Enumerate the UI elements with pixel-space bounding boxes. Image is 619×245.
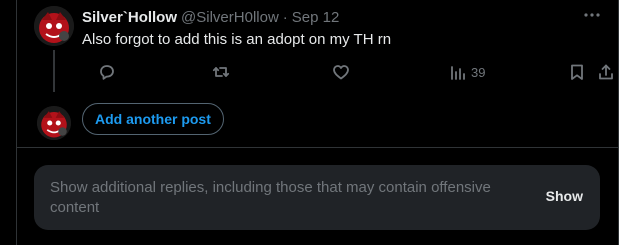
repost-icon bbox=[212, 67, 230, 77]
avatar[interactable] bbox=[37, 106, 71, 140]
views-button[interactable]: 39 bbox=[449, 60, 485, 84]
tweet-actions: 39 bbox=[82, 60, 613, 84]
separator: · bbox=[282, 9, 288, 26]
thread-line bbox=[53, 50, 55, 92]
views-icon bbox=[451, 66, 465, 80]
hidden-replies-panel: Show additional replies, including those… bbox=[34, 165, 600, 230]
tweet-header: Silver`Hollow @SilverH0llow · Sep 12 bbox=[82, 8, 339, 28]
bookmark-button[interactable] bbox=[568, 60, 586, 84]
more-horizontal-icon bbox=[584, 13, 600, 17]
like-button[interactable] bbox=[332, 60, 350, 84]
tweet-text: Also forgot to add this is an adopt on m… bbox=[82, 31, 392, 48]
reply-button[interactable] bbox=[98, 60, 116, 84]
add-post-row: Add another post bbox=[17, 100, 619, 148]
add-another-post-button[interactable]: Add another post bbox=[82, 103, 224, 135]
author-name[interactable]: Silver`Hollow bbox=[82, 8, 177, 28]
like-icon bbox=[333, 65, 349, 80]
share-button[interactable] bbox=[597, 60, 615, 84]
tweet-date[interactable]: Sep 12 bbox=[292, 8, 340, 28]
tweet[interactable]: Silver`Hollow @SilverH0llow · Sep 12 Als… bbox=[17, 0, 619, 100]
show-replies-button[interactable]: Show bbox=[546, 188, 583, 204]
author-handle[interactable]: @SilverH0llow bbox=[181, 8, 279, 28]
repost-button[interactable] bbox=[212, 60, 230, 84]
avatar[interactable] bbox=[34, 6, 74, 46]
reply-icon bbox=[100, 65, 114, 80]
more-options-button[interactable] bbox=[582, 5, 602, 25]
hidden-replies-message: Show additional replies, including those… bbox=[50, 179, 491, 216]
share-icon bbox=[599, 64, 613, 80]
views-count: 39 bbox=[471, 64, 486, 80]
bookmark-icon bbox=[571, 64, 583, 80]
timeline-column: Silver`Hollow @SilverH0llow · Sep 12 Als… bbox=[16, 0, 619, 245]
